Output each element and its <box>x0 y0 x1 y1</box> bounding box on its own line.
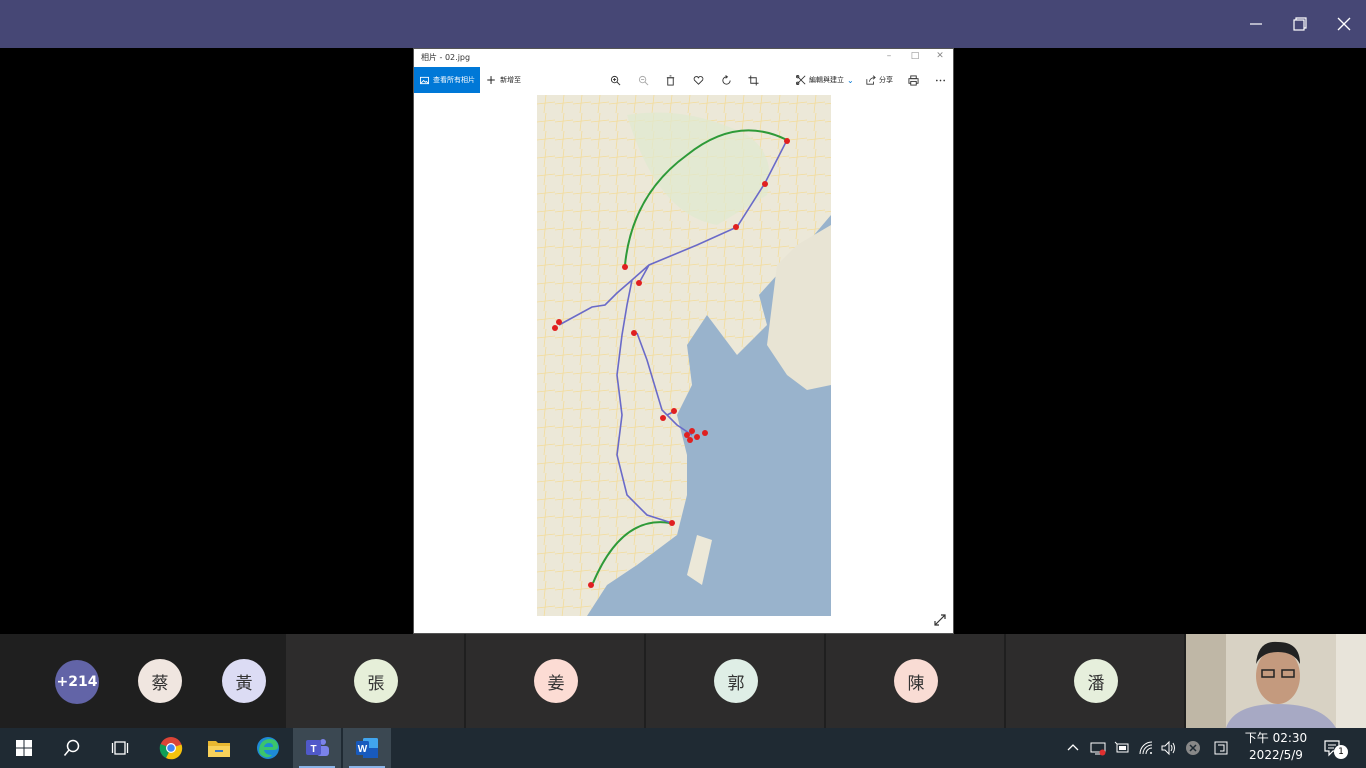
photos-minimize-icon[interactable]: – <box>882 51 896 61</box>
minimize-button[interactable] <box>1234 0 1278 48</box>
teams-app-button[interactable]: T <box>293 728 341 768</box>
restore-button[interactable] <box>1278 0 1322 48</box>
minimize-icon <box>1250 23 1262 25</box>
start-icon <box>16 740 32 756</box>
zoom-out-icon[interactable] <box>636 73 650 87</box>
search-icon <box>63 739 80 756</box>
participant-avatar-chen: 陳 <box>894 659 938 703</box>
photos-app-window: 相片 - 02.jpg – □ ✕ 查看所有相片 + 新增至 編輯與建立 ⌄ 分… <box>413 48 954 634</box>
file-explorer-app-button[interactable] <box>195 728 243 768</box>
participant-tile-jiang[interactable]: 姜 <box>466 634 644 728</box>
close-icon <box>1337 17 1351 31</box>
restore-icon <box>1293 17 1307 31</box>
participant-video-tile[interactable] <box>1186 634 1366 728</box>
show-hidden-icons-button[interactable] <box>1063 738 1083 758</box>
chevron-up-icon <box>1067 744 1079 751</box>
word-icon: W <box>356 738 378 758</box>
windows-taskbar: T W 下午 02:30 2022/5/9 1 <box>0 728 1366 768</box>
security-tray-icon[interactable] <box>1088 738 1108 758</box>
svg-text:T: T <box>310 744 316 755</box>
plus-icon: + <box>486 73 497 87</box>
view-all-photos-button[interactable]: 查看所有相片 <box>414 67 480 93</box>
zoom-in-icon[interactable] <box>608 73 622 87</box>
edge-icon <box>257 737 279 759</box>
volume-icon[interactable] <box>1159 738 1179 758</box>
participants-bar: +214 蔡 黃 張 姜 郭 陳 潘 <box>0 634 1366 728</box>
participant-avatar-guo: 郭 <box>714 659 758 703</box>
photos-titlebar: 相片 - 02.jpg – □ ✕ <box>414 49 953 67</box>
rotate-icon[interactable] <box>719 73 733 87</box>
route-map-image <box>537 95 831 616</box>
add-to-button[interactable]: + 新增至 <box>486 67 521 93</box>
word-app-button[interactable]: W <box>343 728 391 768</box>
start-button[interactable] <box>0 728 48 768</box>
task-view-button[interactable] <box>96 728 144 768</box>
participant-avatar-pan: 潘 <box>1074 659 1118 703</box>
share-icon <box>866 75 876 85</box>
notification-count-badge: 1 <box>1334 745 1348 759</box>
photos-toolbar: 查看所有相片 + 新增至 編輯與建立 ⌄ 分享 <box>414 67 953 93</box>
participant-avatar-huang[interactable]: 黃 <box>222 659 266 703</box>
participant-tile-chen[interactable]: 陳 <box>826 634 1004 728</box>
edit-create-label: 編輯與建立 <box>809 76 844 84</box>
view-all-label: 查看所有相片 <box>433 76 475 84</box>
chevron-down-icon: ⌄ <box>847 75 854 85</box>
edge-app-button[interactable] <box>244 728 292 768</box>
photo-canvas <box>414 93 953 633</box>
edit-create-button[interactable]: 編輯與建立 ⌄ <box>796 67 854 93</box>
input-method-icon[interactable] <box>1211 738 1231 758</box>
share-label: 分享 <box>879 76 893 84</box>
share-button[interactable]: 分享 <box>866 67 893 93</box>
system-clock[interactable]: 下午 02:30 2022/5/9 <box>1236 730 1316 766</box>
favorite-icon[interactable] <box>691 73 705 87</box>
teams-icon: T <box>306 739 329 756</box>
meeting-titlebar <box>0 0 1366 48</box>
mute-status-icon[interactable] <box>1183 738 1203 758</box>
wifi-icon[interactable] <box>1136 738 1156 758</box>
delete-icon[interactable] <box>663 73 677 87</box>
participant-avatar-cai[interactable]: 蔡 <box>138 659 182 703</box>
participant-video-feed <box>1186 634 1366 728</box>
fullscreen-icon[interactable] <box>933 613 947 627</box>
svg-text:W: W <box>358 744 368 755</box>
print-icon[interactable] <box>906 73 920 87</box>
photo-icon <box>420 76 429 84</box>
clock-date: 2022/5/9 <box>1249 748 1303 762</box>
battery-icon[interactable] <box>1112 738 1132 758</box>
photos-window-title: 相片 - 02.jpg <box>421 53 471 62</box>
photos-maximize-icon[interactable]: □ <box>908 51 922 61</box>
participant-tile-guo[interactable]: 郭 <box>646 634 824 728</box>
chrome-icon <box>159 737 183 760</box>
participant-tile-zhang[interactable]: 張 <box>286 634 464 728</box>
clock-time: 下午 02:30 <box>1244 731 1308 745</box>
photos-close-icon[interactable]: ✕ <box>933 51 947 61</box>
chrome-app-button[interactable] <box>147 728 195 768</box>
more-participants-badge[interactable]: +214 <box>55 660 99 704</box>
more-options-icon[interactable] <box>933 73 947 87</box>
file-explorer-icon <box>208 741 230 757</box>
participant-avatar-zhang: 張 <box>354 659 398 703</box>
crop-icon[interactable] <box>746 73 760 87</box>
taskbar-search-button[interactable] <box>48 728 96 768</box>
participant-tile-pan[interactable]: 潘 <box>1006 634 1184 728</box>
edit-create-icon <box>796 75 806 85</box>
close-button[interactable] <box>1322 0 1366 48</box>
task-view-icon <box>111 741 129 755</box>
add-to-label: 新增至 <box>500 76 522 84</box>
participant-avatar-jiang: 姜 <box>534 659 578 703</box>
